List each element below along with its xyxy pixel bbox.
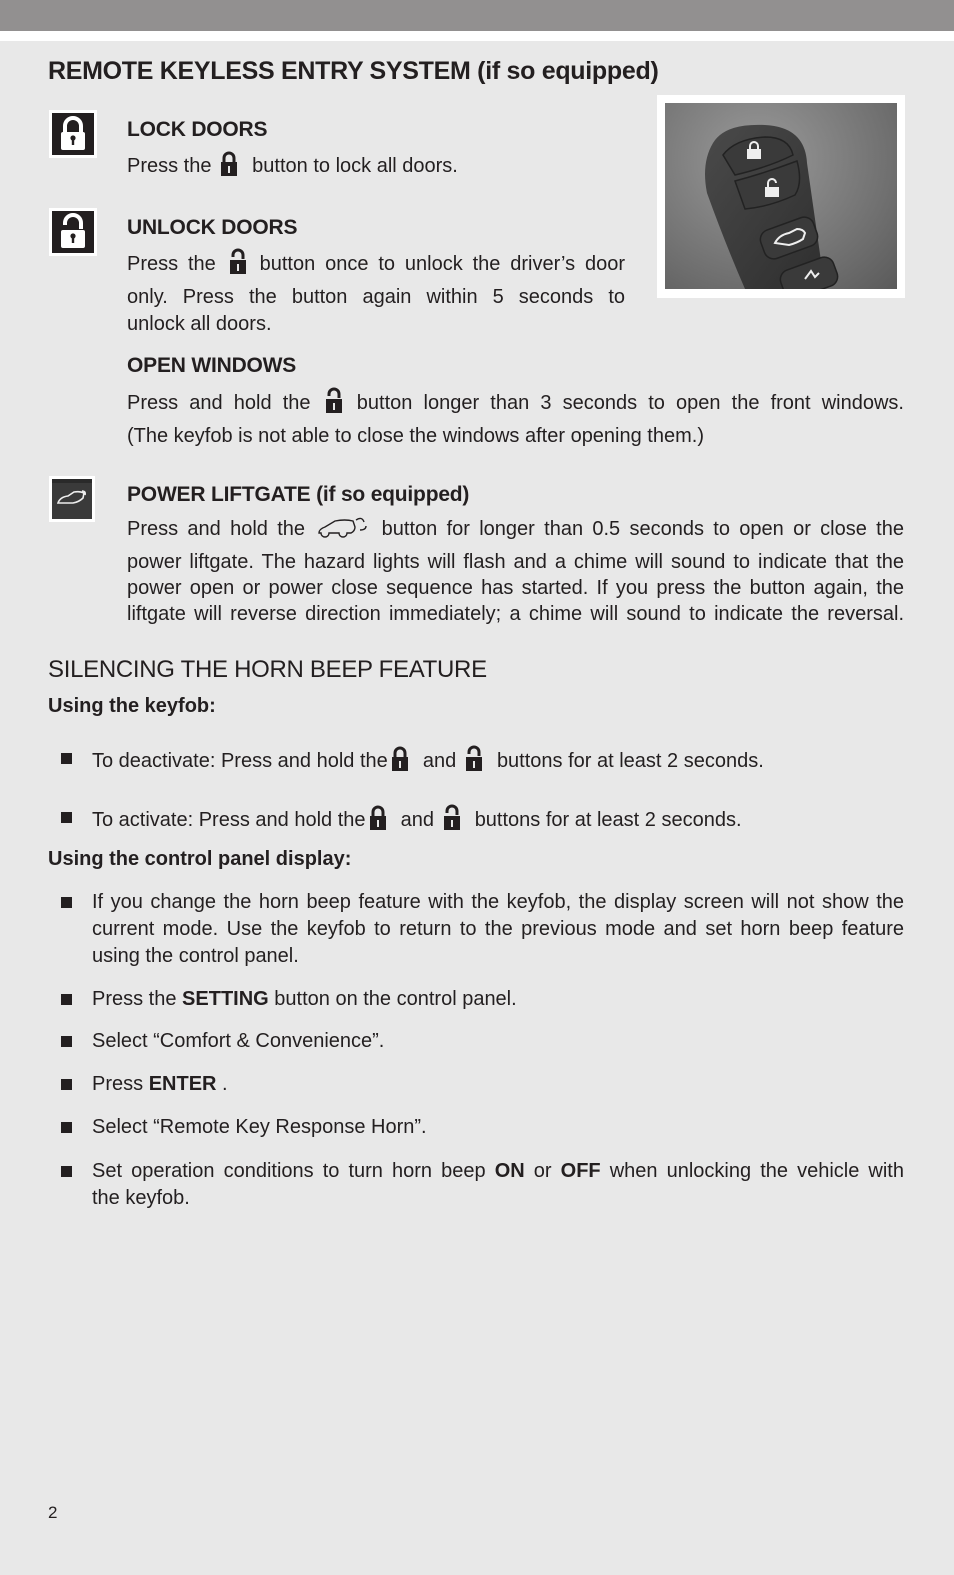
power-liftgate-heading: POWER LIFTGATE (if so equipped) [127, 483, 470, 506]
keyfob-item-activate: To activate: Press and hold the and butt… [92, 804, 742, 834]
unlock-doors-heading: UNLOCK DOORS [127, 216, 298, 239]
header-bar [0, 0, 954, 31]
header-gap [0, 31, 954, 41]
deactivate-text-after: buttons for at least 2 seconds. [496, 750, 764, 772]
keyfob-photo [665, 103, 897, 289]
panel-item-5: Select “Remote Key Response Horn”. [92, 1116, 427, 1138]
lock-text-before: Press the [127, 155, 212, 177]
control-panel-subheading: Using the control panel display: [48, 848, 352, 870]
horn-section-heading: SILENCING THE HORN BEEP FEATURE [48, 656, 487, 683]
windows-text-before: Press and hold the [127, 392, 311, 414]
unlock-text-line3: unlock all doors. [127, 313, 272, 335]
panel-item-4: Press ENTER . [92, 1071, 228, 1098]
lock-icon [391, 746, 408, 771]
panel-item-1-line2: current mode. Use the keyfob to return t… [92, 918, 904, 940]
enter-button-label: ENTER [148, 1073, 217, 1095]
panel-item-6-or: or [533, 1160, 552, 1182]
unlock-icon [229, 248, 246, 274]
unlock-icon [443, 804, 460, 830]
setting-button-label: SETTING [182, 988, 269, 1010]
unlock-icon [465, 745, 482, 771]
open-windows-heading: OPEN WINDOWS [127, 354, 297, 377]
liftgate-icon [318, 517, 368, 538]
open-windows-text: Press and hold the button longer than 3 … [127, 387, 904, 450]
bullet-icon [61, 753, 72, 764]
page-number: 2 [48, 1503, 58, 1522]
bullet-icon [61, 994, 72, 1005]
bullet-icon [61, 812, 72, 823]
bullet-icon [61, 1036, 72, 1047]
lock-icon [221, 151, 238, 176]
panel-item-1-line3: using the control panel. [92, 945, 299, 967]
off-label: OFF [560, 1160, 601, 1182]
liftgate-text-line2: power liftgate. The hazard lights will f… [127, 551, 904, 573]
page-title: REMOTE KEYLESS ENTRY SYSTEM (if so equip… [48, 57, 659, 85]
unlock-icon [49, 208, 97, 256]
activate-text-before: To activate: Press and hold the [92, 809, 366, 831]
bullet-icon [61, 1079, 72, 1090]
liftgate-text-line4: liftgate will reverse direction immediat… [127, 603, 904, 625]
bullet-icon [61, 1166, 72, 1177]
keyfob-photo-frame [657, 95, 905, 298]
on-label: ON [494, 1160, 525, 1182]
unlock-icon [325, 387, 342, 413]
liftgate-text-line3: power open or power close sequence has s… [127, 577, 904, 599]
panel-item-4-before: Press [92, 1073, 144, 1095]
unlock-text-line2: only. Press the button again within 5 se… [127, 286, 625, 308]
unlock-text-before: Press the [127, 253, 216, 275]
panel-item-1-line1: If you change the horn beep feature with… [92, 891, 904, 913]
lock-text-after: button to lock all doors. [252, 155, 458, 177]
panel-item-2-after: button on the control panel. [274, 988, 517, 1010]
power-liftgate-text: Press and hold the button for longer tha… [127, 516, 904, 627]
panel-item-4-after: . [222, 1073, 228, 1095]
panel-item-1: If you change the horn beep feature with… [92, 889, 904, 970]
activate-text-after: buttons for at least 2 seconds. [474, 809, 742, 831]
panel-item-2-before: Press the [92, 988, 177, 1010]
windows-text-after: button longer than 3 seconds to open the… [356, 392, 904, 414]
liftgate-text-after: button for longer than 0.5 seconds to op… [381, 518, 904, 540]
panel-item-2: Press the SETTING button on the control … [92, 986, 517, 1013]
lock-icon [369, 805, 386, 830]
panel-item-6-before: Set operation conditions to turn horn be… [92, 1160, 486, 1182]
deactivate-text-and: and [422, 750, 457, 772]
panel-item-3: Select “Comfort & Convenience”. [92, 1030, 385, 1052]
unlock-text-after: button once to unlock the driver’s door [259, 253, 626, 275]
keyfob-item-deactivate: To deactivate: Press and hold the and bu… [92, 745, 764, 775]
keyfob-subheading: Using the keyfob: [48, 695, 216, 717]
liftgate-text-before: Press and hold the [127, 518, 306, 540]
lock-icon [49, 110, 97, 158]
activate-text-and: and [400, 809, 434, 831]
windows-text-line2: (The keyfob is not able to close the win… [127, 425, 704, 447]
bullet-icon [61, 1122, 72, 1133]
deactivate-text-before: To deactivate: Press and hold the [92, 750, 388, 772]
panel-item-6: Set operation conditions to turn horn be… [92, 1158, 904, 1212]
panel-item-6-line2: the keyfob. [92, 1187, 190, 1209]
bullet-icon [61, 897, 72, 908]
panel-item-6-after: when unlocking the vehicle with [609, 1160, 904, 1182]
unlock-doors-text: Press the button once to unlock the driv… [127, 248, 625, 338]
lock-doors-heading: LOCK DOORS [127, 118, 268, 141]
lock-doors-text: Press the button to lock all doors. [127, 150, 458, 180]
liftgate-icon [49, 476, 95, 522]
